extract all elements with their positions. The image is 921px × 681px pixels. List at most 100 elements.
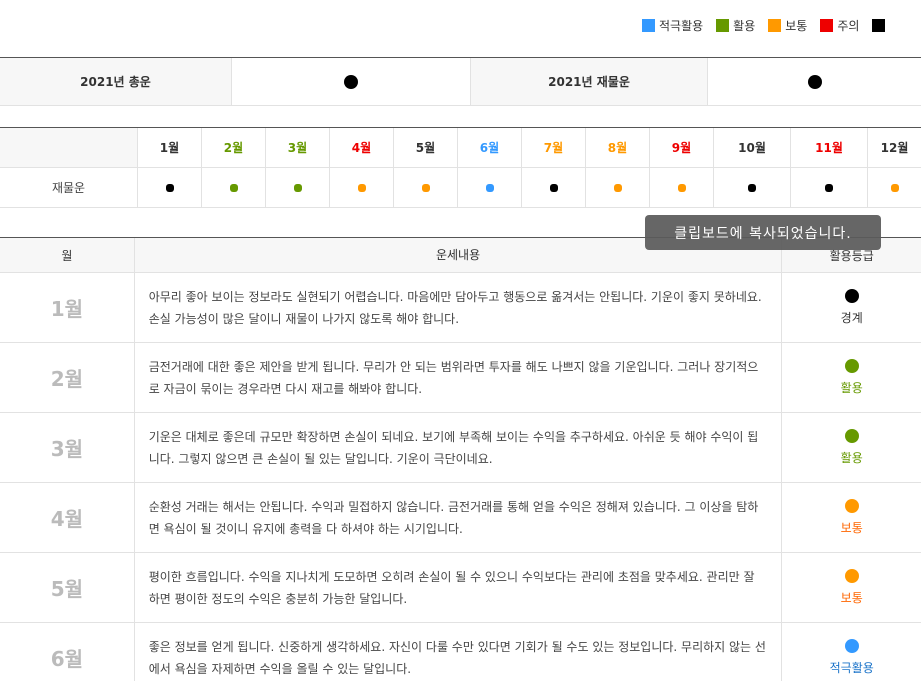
fortune-table: 월 운세내용 활용등급 1월 아무리 좋아 보이는 정보라도 실현되기 어렵습니다… [0,237,921,681]
legend-label: 활용 [733,18,756,33]
wealth-dot [549,183,558,192]
month-header-4: 4월 [330,128,394,167]
legend-item: 보통 [768,17,807,34]
row-content: 좋은 정보를 얻게 됩니다. 신중하게 생각하세요. 자신이 다룰 수만 있다면… [135,623,783,681]
grade-dot [844,359,859,373]
legend-swatch [642,18,655,32]
legend-swatch [872,18,886,32]
table-row: 3월 기운은 대체로 좋은데 규모만 확장하면 손실이 되네요. 보기에 부족해 … [0,413,921,483]
table-row: 4월 순환성 거래는 해서는 안됩니다. 수익과 밀접하지 않습니다. 금전거래를… [0,483,921,553]
grade-label: 경계 [840,311,863,325]
month-header-5: 5월 [394,128,458,167]
row-content: 순환성 거래는 해서는 안됩니다. 수익과 밀접하지 않습니다. 금전거래를 통… [135,483,783,552]
legend-label: 주의 [837,18,860,33]
grade-label: 보통 [840,521,863,535]
wealth-dot [825,183,833,192]
legend-item: 적극활용 [642,17,703,34]
grade-label: 활용 [840,451,863,465]
wealth-cell-2 [202,168,266,207]
month-header-12: 12월 [868,128,921,167]
row-month: 4월 [0,483,135,552]
row-grade: 활용 [782,343,921,412]
legend-item [872,18,889,32]
month-header-2: 2월 [202,128,266,167]
legend-item: 활용 [716,17,755,34]
wealth-cell-4 [330,168,394,207]
row-grade: 활용 [782,413,921,482]
month-header-row: 1월 2월 3월 4월 5월 6월 7월 8월 9월 10월 11월 12월 [0,128,921,168]
table-row: 2월 금전거래에 대한 좋은 제안을 받게 됩니다. 무리가 안 되는 범위라면 … [0,343,921,413]
row-month: 6월 [0,623,135,681]
row-month: 2월 [0,343,135,412]
wealth-row-label: 재물운 [0,168,138,207]
wealth-cell-3 [266,168,330,207]
table-row: 5월 평이한 흐름입니다. 수익을 지나치게 도모하면 오히려 손실이 될 수 있… [0,553,921,623]
grade-dot [844,289,859,303]
month-header-1: 1월 [138,128,202,167]
row-content: 아무리 좋아 보이는 정보라도 실현되기 어렵습니다. 마음에만 담아두고 행동… [135,273,783,342]
wealth-row: 재물운 [0,168,921,208]
copied-toast: 클립보드에 복사되었습니다. [645,215,881,250]
row-month: 3월 [0,413,135,482]
wealth-cell-8 [586,168,650,207]
wealth-cell-12 [868,168,921,207]
wealth-cell-9 [650,168,714,207]
month-header-blank [0,128,138,167]
wealth-fortune-label: 2021년 재물운 [471,58,708,105]
month-header-11: 11월 [791,128,868,167]
wealth-dot [293,183,302,192]
wealth-dot [229,183,238,192]
grade-dot [844,639,859,653]
row-grade: 보통 [782,553,921,622]
wealth-cell-6 [458,168,522,207]
grade-dot [844,429,859,443]
total-fortune-indicator [232,58,471,105]
grade-label: 보통 [840,591,863,605]
legend-item: 주의 [820,17,859,34]
total-fortune-label: 2021년 총운 [0,58,232,105]
grade-label: 활용 [840,381,863,395]
grade-dot [844,499,859,513]
wealth-cell-7 [522,168,586,207]
wealth-fortune-dot [807,74,822,89]
table-row: 6월 좋은 정보를 얻게 됩니다. 신중하게 생각하세요. 자신이 다룰 수만 있… [0,623,921,681]
row-month: 1월 [0,273,135,342]
wealth-dot [677,183,686,192]
row-content: 평이한 흐름입니다. 수익을 지나치게 도모하면 오히려 손실이 될 수 있으니… [135,553,783,622]
legend-label: 보통 [785,18,808,33]
monthly-grid: 1월 2월 3월 4월 5월 6월 7월 8월 9월 10월 11월 12월 재물운 [0,127,921,208]
month-header-10: 10월 [714,128,791,167]
grade-label: 적극활용 [829,661,874,675]
wealth-dot [613,183,622,192]
legend-swatch [768,18,782,32]
month-header-7: 7월 [522,128,586,167]
month-header-9: 9월 [650,128,714,167]
row-grade: 경계 [782,273,921,342]
table-row: 1월 아무리 좋아 보이는 정보라도 실현되기 어렵습니다. 마음에만 담아두고 … [0,273,921,343]
wealth-dot [485,183,494,192]
wealth-cell-1 [138,168,202,207]
month-header-6: 6월 [458,128,522,167]
legend-swatch [820,18,834,32]
row-content: 기운은 대체로 좋은데 규모만 확장하면 손실이 되네요. 보기에 부족해 보이… [135,413,783,482]
wealth-dot [890,183,899,192]
wealth-fortune-indicator [708,58,921,105]
legend-label: 적극활용 [659,18,704,33]
legend-swatch [716,18,730,32]
legend: 적극활용 활용 보통 주의 [642,17,902,33]
header-month: 월 [0,238,135,272]
wealth-cell-10 [714,168,791,207]
wealth-cell-11 [791,168,868,207]
wealth-dot [357,183,366,192]
month-header-8: 8월 [586,128,650,167]
row-content: 금전거래에 대한 좋은 제안을 받게 됩니다. 무리가 안 되는 범위라면 투자… [135,343,783,412]
wealth-cell-5 [394,168,458,207]
grade-dot [844,569,859,583]
wealth-dot [165,183,174,192]
row-grade: 보통 [782,483,921,552]
row-month: 5월 [0,553,135,622]
total-fortune-dot [344,74,358,89]
summary-row: 2021년 총운 2021년 재물운 [0,57,921,106]
month-header-3: 3월 [266,128,330,167]
wealth-dot [748,183,756,192]
